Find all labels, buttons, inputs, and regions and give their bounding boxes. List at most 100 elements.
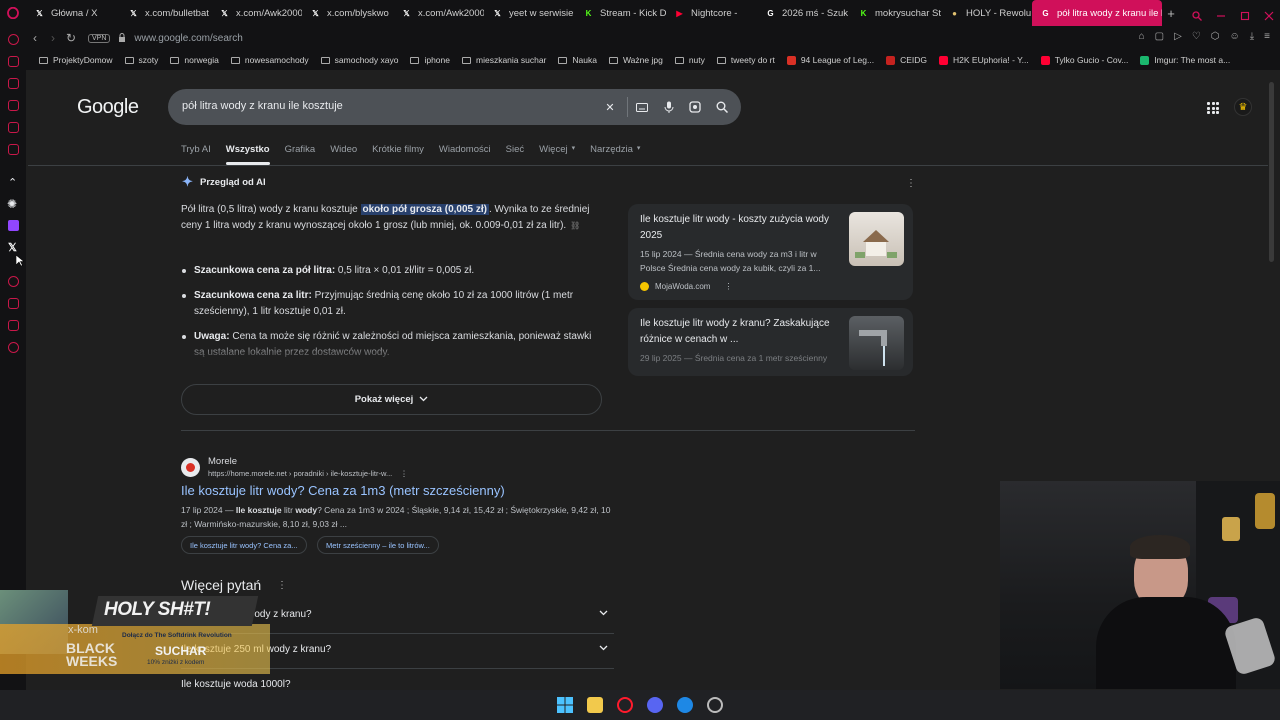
more-options-icon[interactable]: ⋮ [906, 178, 916, 189]
tab-5[interactable]: 𝕏x.com/Awk2000 [393, 0, 484, 26]
openai-icon[interactable]: ✺ [7, 197, 17, 211]
bookmark-item[interactable]: mieszkania suchar [457, 55, 551, 65]
aria-icon[interactable] [8, 56, 19, 67]
result-url[interactable]: https://home.morele.net › poradniki › il… [208, 469, 408, 478]
tab-10[interactable]: Kmokrysuchar St [850, 0, 941, 26]
discord-icon[interactable] [8, 100, 19, 111]
maximize-icon[interactable] [1240, 8, 1250, 21]
file-explorer-icon[interactable] [587, 697, 603, 713]
tab-8[interactable]: ▶ Nightcore - [666, 0, 757, 26]
messenger-taskbar-icon[interactable] [677, 697, 693, 713]
bookmark-item[interactable]: iphone [405, 55, 455, 65]
instagram-icon[interactable] [8, 122, 19, 133]
page-scrollbar[interactable] [1269, 82, 1274, 262]
home-icon[interactable] [8, 34, 19, 45]
windows-start-icon[interactable] [557, 697, 573, 713]
more-options-icon[interactable]: ⋮ [400, 469, 408, 478]
clock-icon[interactable] [8, 298, 19, 309]
history-icon[interactable] [8, 276, 19, 287]
opera-logo-icon[interactable] [0, 0, 26, 26]
extensions-icon[interactable]: ⬡ [1211, 31, 1220, 42]
filter-tab[interactable]: Wideo [330, 144, 357, 155]
filter-tab[interactable]: Krótkie filmy [372, 144, 424, 155]
bookmark-item[interactable]: 94 League of Leg... [782, 55, 879, 65]
x-sidebar-icon[interactable]: 𝕏 [8, 241, 17, 254]
sitelink-chip[interactable]: Ile kosztuje litr wody? Cena za... [181, 536, 307, 554]
avatar[interactable]: ♛ [1234, 98, 1252, 116]
filter-tab[interactable]: Więcej [539, 144, 568, 155]
menu-icon[interactable]: ≡ [1264, 31, 1270, 42]
bookmark-item[interactable]: szoty [120, 55, 164, 65]
back-icon[interactable]: ‹ [26, 31, 44, 45]
ai-source-card[interactable]: Ile kosztuje litr wody z kranu? Zaskakuj… [628, 308, 913, 376]
bookmark-icon[interactable]: ⌂ [1139, 31, 1145, 42]
player-icon[interactable]: ▷ [1174, 31, 1182, 42]
search-tabs-icon[interactable] [1192, 8, 1202, 21]
bookmark-item[interactable]: tweety do rt [712, 55, 780, 65]
settings-icon[interactable] [8, 342, 19, 353]
sitelink-chip[interactable]: Metr sześcienny – ile to litrów... [317, 536, 439, 554]
result-site-name[interactable]: Morele [208, 456, 237, 467]
snapshot-icon[interactable]: ▢ [1155, 31, 1164, 42]
url-field[interactable]: www.google.com/search [134, 33, 242, 44]
vpn-badge[interactable]: VPN [88, 33, 111, 43]
bookmark-item[interactable]: nuty [670, 55, 710, 65]
bookmark-item[interactable]: Imgur: The most a... [1135, 55, 1235, 65]
chatgpt-icon[interactable]: ⌃ [8, 176, 17, 189]
extensions-side-icon[interactable] [8, 320, 19, 331]
bookmark-item[interactable]: Ważne jpg [604, 55, 668, 65]
more-options-icon[interactable]: ⋮ [277, 580, 287, 591]
filter-tab[interactable]: Wszystko [225, 144, 270, 165]
download-icon[interactable]: ⤓ [1250, 31, 1254, 42]
bookmark-item[interactable]: H2K EUphoria! - Y... [934, 55, 1034, 65]
minimize-icon[interactable] [1216, 8, 1226, 18]
tab-9[interactable]: G 2026 mś - Szuk [757, 0, 850, 26]
keyboard-icon[interactable] [636, 101, 648, 113]
obs-taskbar-icon[interactable] [707, 697, 723, 713]
tab-12[interactable]: Gpół litra wody z kranu ile k [1032, 0, 1162, 26]
source-title[interactable]: Ile kosztuje litr wody z kranu? Zaskakuj… [640, 316, 845, 348]
filter-tab[interactable]: Wiadomości [439, 144, 491, 155]
result-title-link[interactable]: Ile kosztuje litr wody? Cena za 1m3 (met… [181, 483, 505, 498]
bookmark-item[interactable]: samochody xayo [316, 55, 404, 65]
tab-7[interactable]: K Stream - Kick D [575, 0, 666, 26]
microphone-icon[interactable] [663, 101, 675, 113]
bookmark-item[interactable]: nowesamochody [226, 55, 314, 65]
source-title[interactable]: Ile kosztuje litr wody - koszty zużycia … [640, 212, 845, 244]
tab-4[interactable]: 𝕏x.com/blyskwo [302, 0, 393, 26]
tab-1[interactable]: 𝕏 Główna / X [26, 0, 120, 26]
bookmark-item[interactable]: Nauka [553, 55, 602, 65]
profile-icon[interactable]: ☺ [1230, 31, 1240, 42]
ai-source-card[interactable]: Ile kosztuje litr wody - koszty zużycia … [628, 204, 913, 300]
new-tab-button[interactable]: + [1162, 6, 1180, 21]
tab-3[interactable]: 𝕏x.com/Awk2000 [211, 0, 302, 26]
more-options-icon[interactable]: ⋮ [724, 282, 732, 291]
show-more-button[interactable]: Pokaż więcej [181, 384, 602, 415]
discord-taskbar-icon[interactable] [647, 697, 663, 713]
search-icon[interactable] [716, 101, 728, 113]
google-logo[interactable]: Google [77, 96, 139, 119]
tab-2[interactable]: 𝕏x.com/bulletbat [120, 0, 211, 26]
filter-tab[interactable]: Narzędzia [590, 144, 633, 155]
bookmark-item[interactable]: CEIDG [881, 55, 932, 65]
forward-icon[interactable]: › [44, 31, 62, 45]
google-apps-icon[interactable] [1207, 102, 1219, 114]
messenger-icon[interactable] [8, 78, 19, 89]
link-icon[interactable]: ⛓ [570, 218, 580, 230]
source-site[interactable]: MojaWoda.com ⋮ [640, 282, 732, 291]
tab-6[interactable]: 𝕏yeet w serwisie [484, 0, 575, 26]
bookmark-item[interactable]: ProjektyDomow [34, 55, 118, 65]
heart-icon[interactable]: ♡ [1192, 31, 1201, 42]
filter-tab[interactable]: Grafika [285, 144, 316, 155]
reload-icon[interactable]: ↻ [62, 31, 80, 45]
lens-icon[interactable] [689, 101, 701, 113]
bookmark-item[interactable]: norwegia [165, 55, 224, 65]
opera-taskbar-icon[interactable] [617, 697, 633, 713]
twitch-icon[interactable] [8, 220, 19, 231]
search-input[interactable]: pół litra wody z kranu ile kosztuje [182, 100, 343, 112]
close-window-icon[interactable] [1264, 8, 1274, 21]
bookmark-item[interactable]: Tylko Gucio - Cov... [1036, 55, 1134, 65]
search-box[interactable]: pół litra wody z kranu ile kosztuje ✕ [168, 89, 741, 125]
youtube-side-icon[interactable] [8, 144, 19, 155]
filter-tab[interactable]: Tryb AI [181, 144, 211, 155]
